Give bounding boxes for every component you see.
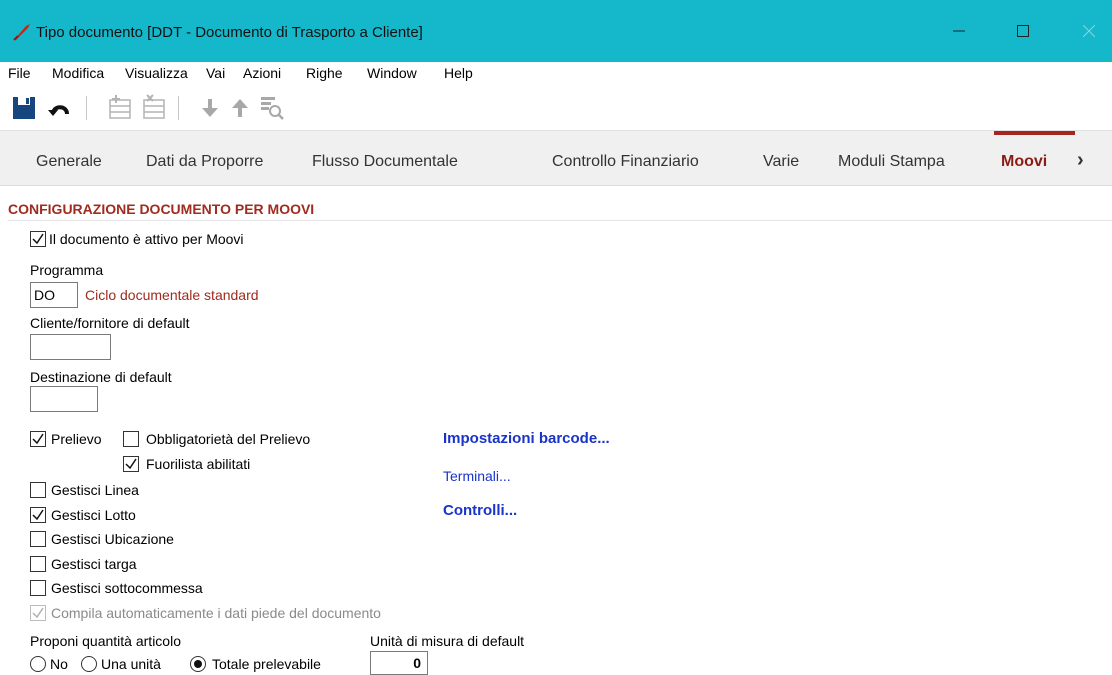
gestisci-targa-checkbox[interactable] xyxy=(30,556,46,572)
um-label: Unità di misura di default xyxy=(370,633,525,649)
check-icon xyxy=(125,458,137,470)
gestisci-sottocommessa-checkbox[interactable] xyxy=(30,580,46,596)
radio-una-unita[interactable] xyxy=(81,656,97,672)
minimize-button[interactable] xyxy=(936,16,982,46)
check-icon xyxy=(32,509,44,521)
prelievo-checkbox[interactable] xyxy=(30,431,46,447)
cliente-input[interactable] xyxy=(30,334,111,360)
check-icon xyxy=(32,433,44,445)
programma-label: Programma xyxy=(30,262,104,278)
gestisci-sottocommessa-label: Gestisci sottocommessa xyxy=(51,580,203,596)
programma-description: Ciclo documentale standard xyxy=(85,287,259,303)
gestisci-lotto-checkbox[interactable] xyxy=(30,507,46,523)
impostazioni-barcode-link[interactable]: Impostazioni barcode... xyxy=(443,430,610,447)
menu-azioni[interactable]: Azioni xyxy=(243,65,281,81)
maximize-button[interactable] xyxy=(1000,16,1046,46)
close-button[interactable] xyxy=(1066,16,1112,46)
radio-una-unita-label: Una unità xyxy=(101,656,161,672)
menu-righe[interactable]: Righe xyxy=(306,65,343,81)
undo-icon[interactable] xyxy=(46,94,74,122)
menu-modifica[interactable]: Modifica xyxy=(52,65,104,81)
terminali-link[interactable]: Terminali... xyxy=(443,468,511,484)
check-icon xyxy=(32,607,44,619)
radio-selected-dot xyxy=(194,660,202,668)
gestisci-lotto-label: Gestisci Lotto xyxy=(51,507,136,523)
programma-input[interactable]: DO xyxy=(30,282,78,308)
obbligatorieta-checkbox[interactable] xyxy=(123,431,139,447)
tab-dati-da-proporre[interactable]: Dati da Proporre xyxy=(146,153,263,171)
tab-generale[interactable]: Generale xyxy=(36,153,102,171)
active-tab-indicator xyxy=(994,131,1075,135)
tabs-scroll-right-icon[interactable]: › xyxy=(1077,149,1084,172)
fuorilista-checkbox[interactable] xyxy=(123,456,139,472)
close-icon xyxy=(1083,25,1095,37)
menu-window[interactable]: Window xyxy=(367,65,417,81)
destinazione-input[interactable] xyxy=(30,386,98,412)
attivo-checkbox[interactable] xyxy=(30,231,46,247)
save-icon[interactable] xyxy=(10,94,38,122)
attivo-label: Il documento è attivo per Moovi xyxy=(49,231,244,247)
controlli-link[interactable]: Controlli... xyxy=(443,502,517,519)
radio-no[interactable] xyxy=(30,656,46,672)
app-icon xyxy=(13,24,30,41)
tab-varie[interactable]: Varie xyxy=(763,153,799,171)
insert-row-icon[interactable] xyxy=(106,94,134,122)
destinazione-label: Destinazione di default xyxy=(30,369,172,385)
tab-moovi[interactable]: Moovi xyxy=(1001,153,1047,171)
maximize-icon xyxy=(1017,25,1029,37)
fuorilista-label: Fuorilista abilitati xyxy=(146,456,251,472)
toolbar-separator xyxy=(178,96,179,120)
title-bar: Tipo documento [DDT - Documento di Trasp… xyxy=(0,0,1112,62)
gestisci-ubicazione-label: Gestisci Ubicazione xyxy=(51,531,174,547)
radio-totale-prelevabile-label: Totale prelevabile xyxy=(212,656,321,672)
compila-checkbox[interactable] xyxy=(30,605,46,621)
gestisci-ubicazione-checkbox[interactable] xyxy=(30,531,46,547)
radio-no-label: No xyxy=(50,656,68,672)
move-up-icon[interactable] xyxy=(226,94,254,122)
check-icon xyxy=(32,233,44,245)
menu-file[interactable]: File xyxy=(8,65,31,81)
menu-bar: File Modifica Visualizza Vai Azioni Righ… xyxy=(0,62,1112,86)
tab-moduli-stampa[interactable]: Moduli Stampa xyxy=(838,153,945,171)
gestisci-targa-label: Gestisci targa xyxy=(51,556,137,572)
prelievo-label: Prelievo xyxy=(51,431,102,447)
preview-icon[interactable] xyxy=(258,94,286,122)
compila-label: Compila automaticamente i dati piede del… xyxy=(51,605,381,621)
delete-row-icon[interactable] xyxy=(140,94,168,122)
menu-visualizza[interactable]: Visualizza xyxy=(125,65,188,81)
toolbar-separator xyxy=(86,96,87,120)
toolbar xyxy=(0,86,1112,130)
minimize-icon xyxy=(953,30,965,32)
gestisci-linea-label: Gestisci Linea xyxy=(51,482,139,498)
menu-vai[interactable]: Vai xyxy=(206,65,225,81)
tab-bar: Generale Dati da Proporre Flusso Documen… xyxy=(0,130,1112,186)
move-down-icon[interactable] xyxy=(196,94,224,122)
gestisci-linea-checkbox[interactable] xyxy=(30,482,46,498)
window-title: Tipo documento [DDT - Documento di Trasp… xyxy=(36,24,423,41)
menu-help[interactable]: Help xyxy=(444,65,473,81)
um-input[interactable]: 0 xyxy=(370,651,428,675)
section-divider xyxy=(8,220,1112,221)
radio-totale-prelevabile[interactable] xyxy=(190,656,206,672)
section-title: CONFIGURAZIONE DOCUMENTO PER MOOVI xyxy=(8,201,315,217)
tab-flusso-documentale[interactable]: Flusso Documentale xyxy=(312,153,458,171)
proponi-label: Proponi quantità articolo xyxy=(30,633,181,649)
obbligatorieta-label: Obbligatorietà del Prelievo xyxy=(146,431,311,447)
cliente-label: Cliente/fornitore di default xyxy=(30,315,190,331)
tab-controllo-finanziario[interactable]: Controllo Finanziario xyxy=(552,153,699,171)
